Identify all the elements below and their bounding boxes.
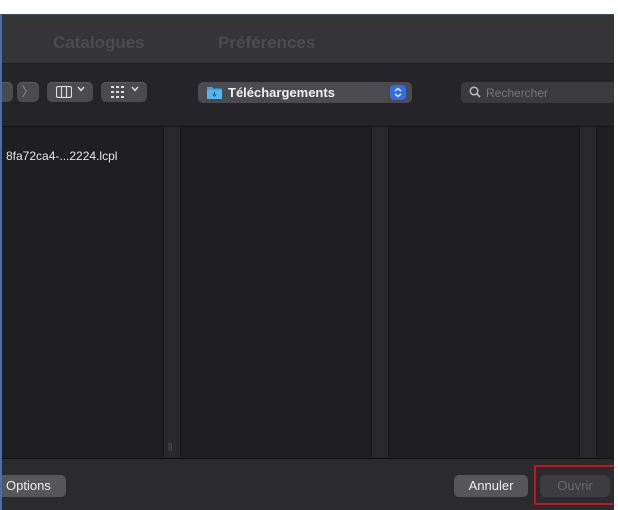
browser-column: [181, 127, 370, 457]
browser-column: [597, 127, 614, 457]
column-divider[interactable]: [371, 127, 389, 457]
view-mode-button[interactable]: [47, 82, 93, 102]
group-button[interactable]: [101, 82, 147, 102]
column-divider[interactable]: [579, 127, 597, 457]
browser-column: 8fa72ca4-...2224.lcpl: [2, 127, 163, 457]
cancel-button[interactable]: Annuler: [454, 475, 528, 497]
search-icon: [469, 86, 481, 98]
chevron-down-icon: [131, 86, 139, 92]
back-button[interactable]: [2, 82, 13, 102]
columns-view-icon: [56, 86, 72, 98]
tab-preferences[interactable]: Préférences: [218, 33, 315, 53]
dialog-footer: Options Annuler Ouvrir: [2, 458, 614, 510]
location-popup[interactable]: Téléchargements: [198, 82, 412, 103]
location-stepper[interactable]: [390, 85, 406, 100]
chevron-right-icon: 〉: [21, 84, 35, 99]
folder-icon: [207, 87, 222, 99]
options-button[interactable]: Options: [2, 475, 66, 497]
forward-button[interactable]: 〉: [17, 82, 39, 102]
grid-view-icon: [111, 86, 124, 98]
search-placeholder: Rechercher: [486, 86, 549, 100]
column-browser: 8fa72ca4-...2224.lcpl ||: [2, 127, 614, 457]
chevron-down-icon: [77, 86, 85, 92]
toolbar: 〉 Téléchargements Rechercher: [2, 64, 614, 127]
open-button[interactable]: Ouvrir: [540, 475, 610, 497]
up-down-chevron-icon: [394, 87, 402, 98]
dialog-header: Catalogues Préférences: [2, 15, 614, 64]
column-resize-handle[interactable]: ||: [168, 442, 174, 452]
tab-catalogues[interactable]: Catalogues: [53, 33, 145, 53]
file-item[interactable]: 8fa72ca4-...2224.lcpl: [6, 149, 117, 163]
search-field[interactable]: Rechercher: [461, 82, 614, 103]
browser-column: [389, 127, 578, 457]
location-label: Téléchargements: [228, 85, 335, 100]
file-open-dialog: Catalogues Préférences 〉 Téléchargements…: [0, 14, 614, 510]
column-divider[interactable]: [163, 127, 181, 457]
